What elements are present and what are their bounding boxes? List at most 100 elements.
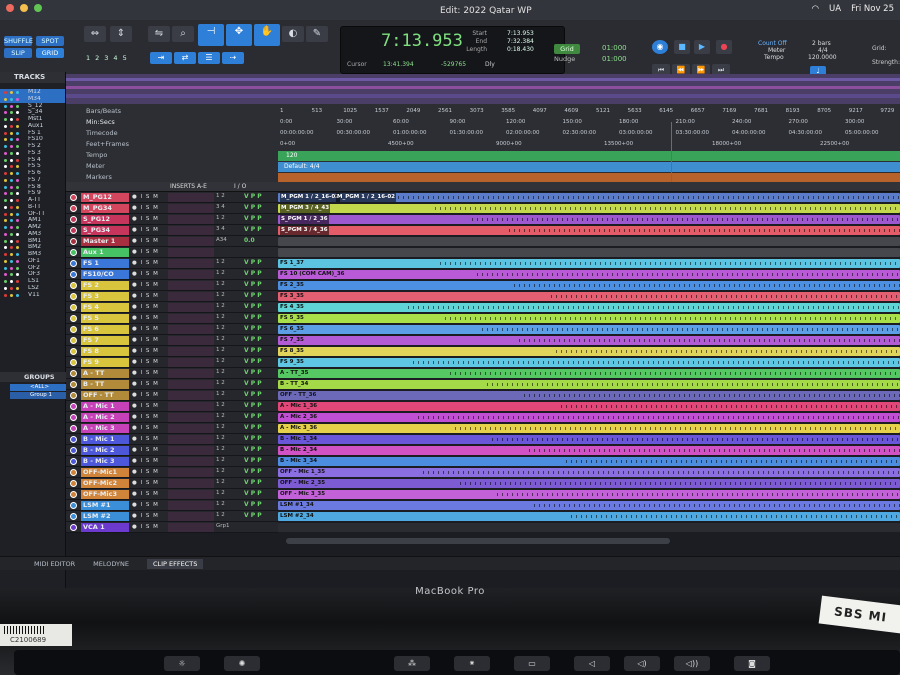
track-list-item[interactable]: BM3 xyxy=(0,251,65,258)
solo-mute-buttons[interactable]: ● I S M xyxy=(132,403,159,409)
track-lane[interactable]: FS 2_35 xyxy=(278,281,900,290)
ruler-min-secs[interactable]: Min:Secs xyxy=(86,118,115,126)
tab-clip-effects[interactable]: CLIP EFFECTS xyxy=(146,558,204,569)
track-visibility-icon[interactable] xyxy=(4,158,7,162)
insert-slot[interactable] xyxy=(168,413,214,422)
io-selector[interactable]: 1 2 xyxy=(216,501,244,510)
track-list-item[interactable]: FS 3 xyxy=(0,150,65,157)
brightness-down-icon[interactable]: ☼ xyxy=(164,656,200,671)
display-icon[interactable]: ▭ xyxy=(514,656,550,671)
audio-clip[interactable]: FS 10 (COM CAM)_36 xyxy=(278,270,900,279)
input-source[interactable]: UA xyxy=(829,4,841,14)
track-lane[interactable]: S_PGM 3 / 4_36 xyxy=(278,226,900,235)
io-selector[interactable]: 1 2 xyxy=(216,457,244,466)
track-visibility-icon[interactable] xyxy=(4,131,7,135)
audio-clip[interactable]: LSM #1_34 xyxy=(278,501,900,510)
solo-mute-buttons[interactable]: ● I S M xyxy=(132,502,159,508)
io-selector[interactable]: 1 2 xyxy=(216,380,244,389)
universe-overview[interactable] xyxy=(66,74,900,104)
track-list-item[interactable]: FS 8 xyxy=(0,184,65,191)
insert-slot[interactable] xyxy=(168,468,214,477)
insert-slot[interactable] xyxy=(168,193,214,202)
track-visibility-icon[interactable] xyxy=(16,293,19,297)
track-visibility-icon[interactable] xyxy=(16,178,19,182)
track-lane[interactable]: OFF - Mic 3_35 xyxy=(278,490,900,499)
track-visibility-icon[interactable] xyxy=(10,111,13,115)
track-row[interactable]: S_PG34 ● I S M 3 4V P P S_PGM 3 / 4_36 xyxy=(66,225,900,236)
track-visibility-icon[interactable] xyxy=(4,192,7,196)
group-all[interactable]: <ALL> xyxy=(10,384,66,391)
track-row[interactable]: LSM #1 ● I S M 1 2V P P LSM #1_34 xyxy=(66,500,900,511)
track-visibility-icon[interactable] xyxy=(10,199,13,202)
voice-selector[interactable]: V P P xyxy=(244,468,262,475)
track-lane[interactable] xyxy=(278,237,900,246)
voice-selector[interactable]: V P P xyxy=(244,501,262,508)
track-visibility-icon[interactable] xyxy=(16,172,19,175)
record-enable-icon[interactable] xyxy=(70,425,77,432)
solo-mute-buttons[interactable]: ● I S M xyxy=(132,293,159,299)
voice-selector[interactable]: V P P xyxy=(244,413,262,420)
voice-selector[interactable]: V P P xyxy=(244,281,262,288)
voice-selector[interactable]: V P P xyxy=(244,446,262,453)
track-visibility-icon[interactable] xyxy=(16,266,19,270)
spot-mode[interactable]: SPOT xyxy=(36,36,64,46)
audio-clip[interactable]: A - Mic 2_36 xyxy=(278,413,900,422)
solo-mute-buttons[interactable]: ● I S M xyxy=(132,304,159,310)
track-name[interactable]: FS 6 xyxy=(81,325,129,334)
track-lane[interactable] xyxy=(278,248,900,257)
insert-slot[interactable] xyxy=(168,226,214,235)
insert-slot[interactable] xyxy=(168,358,214,367)
insert-slot[interactable] xyxy=(168,215,214,224)
volume-up-icon[interactable]: ◁)) xyxy=(674,656,710,671)
record-enable-icon[interactable] xyxy=(70,293,77,300)
zoom-out-icon[interactable]: ⇕ xyxy=(110,26,132,42)
audio-clip[interactable]: LSM #2_34 xyxy=(278,512,900,521)
io-selector[interactable]: 1 2 xyxy=(216,512,244,521)
track-list-item[interactable]: OF1 xyxy=(0,258,65,265)
track-visibility-icon[interactable] xyxy=(16,212,19,216)
audio-clip[interactable]: A - TT_35 xyxy=(278,369,900,378)
track-visibility-icon[interactable] xyxy=(4,104,7,108)
io-selector[interactable]: 1 2 xyxy=(216,490,244,499)
track-list-item[interactable]: FS 4 xyxy=(0,157,65,164)
clock[interactable]: Fri Nov 25 xyxy=(851,4,894,14)
track-list-item[interactable]: S_34 xyxy=(0,109,65,116)
audio-clip[interactable]: A - Mic 3_36 xyxy=(278,424,900,433)
track-lane[interactable]: A - Mic 3_36 xyxy=(278,424,900,433)
io-selector[interactable]: 3 4 xyxy=(216,226,244,235)
insert-slot[interactable] xyxy=(168,512,214,521)
track-name[interactable]: B - Mic 2 xyxy=(81,446,129,455)
track-lane[interactable]: B - Mic 3_34 xyxy=(278,457,900,466)
insert-slot[interactable] xyxy=(168,501,214,510)
track-list-item[interactable]: OF-TT xyxy=(0,211,65,218)
track-list-item[interactable]: A-TT xyxy=(0,197,65,204)
track-visibility-icon[interactable] xyxy=(16,185,19,189)
track-name[interactable]: FS 4 xyxy=(81,303,129,312)
track-visibility-icon[interactable] xyxy=(10,151,13,155)
close-window-icon[interactable] xyxy=(6,4,14,12)
track-list-item[interactable]: V11 xyxy=(0,292,65,299)
track-lane[interactable]: OFF - Mic 2_35 xyxy=(278,479,900,488)
audio-clip[interactable]: A - Mic 1_36 xyxy=(278,402,900,411)
audio-clip[interactable] xyxy=(278,523,900,532)
solo-mute-buttons[interactable]: ● I S M xyxy=(132,238,159,244)
track-visibility-icon[interactable] xyxy=(10,266,13,270)
track-name[interactable]: FS 2 xyxy=(81,281,129,290)
group-1[interactable]: Group 1 xyxy=(10,392,66,399)
insert-slot[interactable] xyxy=(168,248,214,257)
track-name[interactable]: FS 7 xyxy=(81,336,129,345)
track-visibility-icon[interactable] xyxy=(10,286,13,290)
record-icon[interactable]: ● xyxy=(716,40,732,54)
count-off-bars[interactable]: 2 bars xyxy=(812,40,831,47)
tab-to-transient-icon[interactable]: ⇥ xyxy=(150,52,172,64)
voice-selector[interactable]: V P P xyxy=(244,479,262,486)
link-track-icon[interactable]: ☰ xyxy=(198,52,220,64)
record-enable-icon[interactable] xyxy=(70,458,77,465)
track-visibility-icon[interactable] xyxy=(10,192,13,196)
track-row[interactable]: M_PG34 ● I S M 3 4V P P M_PGM 3 / 4_43 xyxy=(66,203,900,214)
meter-marker-value[interactable]: Default: 4/4 xyxy=(284,163,320,170)
brightness-up-icon[interactable]: ✺ xyxy=(224,656,260,671)
track-visibility-icon[interactable] xyxy=(16,239,19,243)
insert-slot[interactable] xyxy=(168,270,214,279)
track-visibility-icon[interactable] xyxy=(10,104,13,108)
